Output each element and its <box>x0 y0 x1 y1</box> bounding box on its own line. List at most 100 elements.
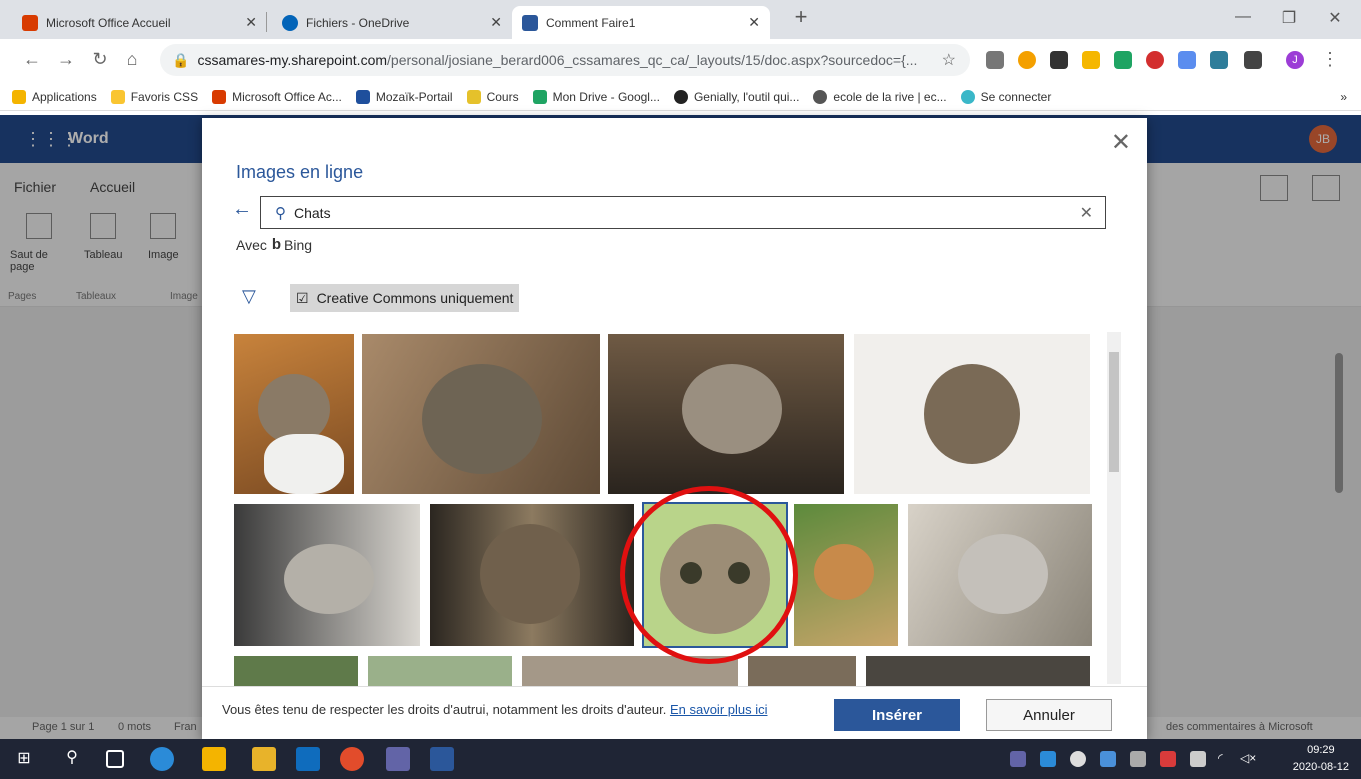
tab-office[interactable]: Microsoft Office Accueil ✕ <box>12 6 267 39</box>
puzzle-icon[interactable] <box>1244 51 1262 69</box>
drive-extension-icon[interactable] <box>1114 51 1132 69</box>
image-result[interactable] <box>908 504 1092 646</box>
back-icon[interactable]: ← <box>20 49 44 70</box>
task-view-icon[interactable] <box>106 750 124 768</box>
close-tab-icon[interactable]: ✕ <box>490 14 502 31</box>
windows-start-icon[interactable]: ⊞ <box>12 747 36 771</box>
checkbox-checked-icon[interactable]: ☑ <box>296 290 309 307</box>
menu-dots-icon[interactable]: ⋮ <box>1318 49 1342 70</box>
onedrive-tray-icon[interactable] <box>1040 751 1056 767</box>
profile-avatar[interactable]: J <box>1286 51 1304 69</box>
translate-extension-icon[interactable] <box>1178 51 1196 69</box>
image-result[interactable] <box>368 656 512 686</box>
reload-icon[interactable]: ↻ <box>88 49 112 70</box>
image-result[interactable] <box>430 504 634 646</box>
sync-tray-icon[interactable] <box>1070 751 1086 767</box>
close-dialog-icon[interactable]: ✕ <box>1111 128 1131 157</box>
dialog-footer: Vous êtes tenu de respecter les droits d… <box>202 686 1147 739</box>
bookmark-item[interactable]: Mozaïk-Portail <box>355 89 453 104</box>
back-arrow-icon[interactable]: ← <box>232 198 252 221</box>
tab-title: Fichiers - OneDrive <box>306 15 410 30</box>
bookmark-label: Applications <box>32 89 97 104</box>
image-result[interactable] <box>234 504 420 646</box>
office-icon <box>22 14 38 31</box>
more-bookmarks-icon[interactable]: » <box>1340 90 1347 104</box>
notice-text: Vous êtes tenu de respecter les droits d… <box>222 702 667 717</box>
cancel-button[interactable]: Annuler <box>986 699 1112 731</box>
bookmark-label: Favoris CSS <box>130 89 199 104</box>
sticky-notes-icon[interactable] <box>202 747 226 771</box>
search-icon[interactable]: ⚲ <box>60 747 84 771</box>
word-taskbar-icon[interactable] <box>430 747 454 771</box>
search-input[interactable]: ⚲ Chats ✕ <box>260 196 1106 229</box>
address-bar[interactable]: 🔒 cssamares-my.sharepoint.com /personal/… <box>160 44 970 76</box>
screen-extension-icon[interactable] <box>1210 51 1228 69</box>
bing-prefix: Avec <box>236 236 267 253</box>
image-result[interactable] <box>748 656 856 686</box>
extension-icon[interactable] <box>986 51 1004 69</box>
lock-icon: 🔒 <box>172 51 190 68</box>
outlook-icon[interactable] <box>296 747 320 771</box>
close-tab-icon[interactable]: ✕ <box>748 14 760 31</box>
keyboard-tray-icon[interactable] <box>1190 751 1206 767</box>
bookmark-label: Cours <box>486 89 519 104</box>
filter-label: Creative Commons uniquement <box>316 290 514 306</box>
filter-icon[interactable]: ▽ <box>242 286 256 307</box>
extension-icon[interactable] <box>1018 51 1036 69</box>
tab-word-doc[interactable]: Comment Faire1 ✕ <box>512 6 770 39</box>
search-query: Chats <box>294 204 331 221</box>
insert-button[interactable]: Insérer <box>834 699 960 731</box>
bookmark-item[interactable]: Microsoft Office Ac... <box>212 89 342 104</box>
image-result[interactable] <box>362 334 600 494</box>
globe-icon <box>813 89 828 104</box>
copyright-notice: Vous êtes tenu de respecter les droits d… <box>222 701 822 719</box>
wifi-icon[interactable]: ◜ <box>1218 751 1234 767</box>
image-result[interactable] <box>854 334 1090 494</box>
image-result[interactable] <box>866 656 1090 686</box>
tray-icon[interactable] <box>1100 751 1116 767</box>
tray-icon[interactable] <box>1130 751 1146 767</box>
close-window-button[interactable]: ✕ <box>1312 8 1358 28</box>
teams-tray-icon[interactable] <box>1010 751 1026 767</box>
scrollbar-thumb[interactable] <box>1109 352 1119 472</box>
teams-icon[interactable] <box>386 747 410 771</box>
bookmark-item[interactable]: Se connecter <box>960 89 1051 104</box>
adblock-icon[interactable] <box>1146 51 1164 69</box>
image-result[interactable] <box>794 504 898 646</box>
forward-icon[interactable]: → <box>54 49 78 70</box>
image-result[interactable] <box>608 334 844 494</box>
bookmarks-bar: Applications Favoris CSS Microsoft Offic… <box>0 83 1361 111</box>
grid-extension-icon[interactable] <box>1050 51 1068 69</box>
tab-onedrive[interactable]: Fichiers - OneDrive ✕ <box>272 6 512 39</box>
creative-commons-filter[interactable]: ☑ Creative Commons uniquement <box>290 284 520 312</box>
bookmark-item[interactable]: Mon Drive - Googl... <box>532 89 660 104</box>
edge-icon[interactable] <box>150 747 174 771</box>
minimize-button[interactable]: — <box>1220 8 1266 26</box>
image-result[interactable] <box>234 656 358 686</box>
bookmark-item[interactable]: Cours <box>466 89 519 104</box>
maximize-button[interactable]: ❐ <box>1266 8 1312 28</box>
hand-extension-icon[interactable] <box>1082 51 1100 69</box>
home-icon[interactable]: ⌂ <box>120 49 144 70</box>
bookmark-item[interactable]: Favoris CSS <box>110 89 199 104</box>
clear-search-icon[interactable]: ✕ <box>1080 203 1093 223</box>
system-clock[interactable]: 09:29 2020-08-12 <box>1293 742 1349 776</box>
clock-date: 2020-08-12 <box>1292 761 1349 773</box>
office-icon <box>212 89 227 104</box>
bookmark-label: Microsoft Office Ac... <box>232 89 342 104</box>
bookmark-item[interactable]: Applications <box>12 89 97 104</box>
bookmark-star-icon[interactable]: ☆ <box>942 50 956 70</box>
bing-label: Bing <box>284 236 313 253</box>
chrome-icon[interactable] <box>340 747 364 771</box>
highlight-circle <box>620 486 798 664</box>
results-scrollbar[interactable] <box>1107 332 1121 684</box>
tray-icon[interactable] <box>1160 751 1176 767</box>
close-tab-icon[interactable]: ✕ <box>245 14 257 31</box>
bookmark-item[interactable]: Genially, l'outil qui... <box>673 89 799 104</box>
new-tab-button[interactable]: + <box>778 4 824 30</box>
file-explorer-icon[interactable] <box>252 747 276 771</box>
image-result[interactable] <box>234 334 354 494</box>
learn-more-link[interactable]: En savoir plus ici <box>670 702 768 717</box>
bookmark-item[interactable]: ecole de la rive | ec... <box>813 89 947 104</box>
volume-muted-icon[interactable]: ◁× <box>1240 751 1256 767</box>
